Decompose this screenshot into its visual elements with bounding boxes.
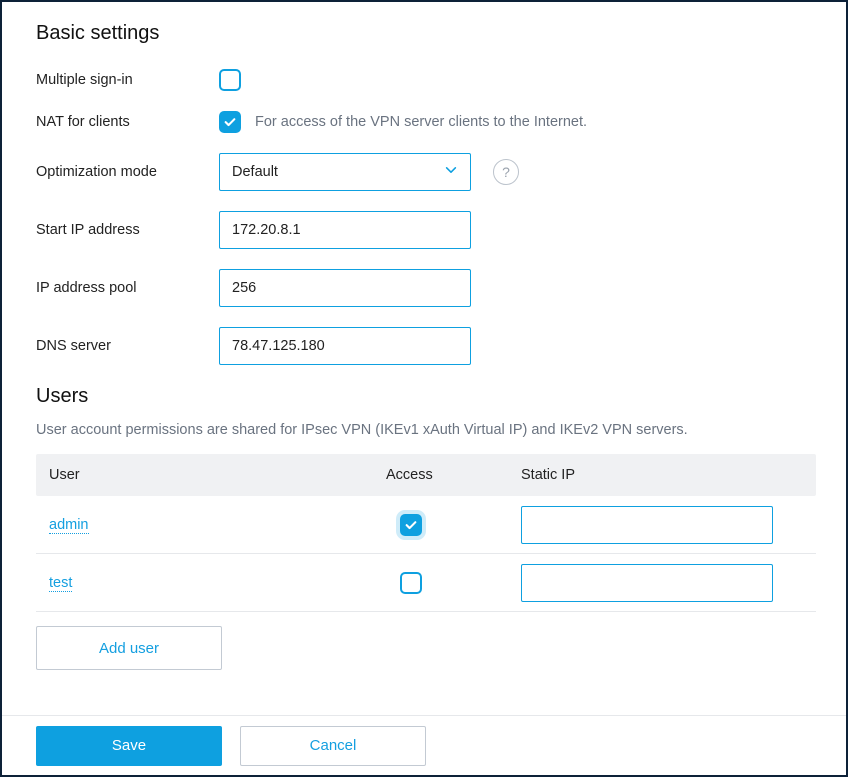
dns-server-label: DNS server xyxy=(36,338,219,354)
row-ip-pool: IP address pool xyxy=(36,269,812,307)
nat-clients-hint: For access of the VPN server clients to … xyxy=(255,114,587,130)
cancel-button[interactable]: Cancel xyxy=(240,726,426,766)
row-dns-server: DNS server xyxy=(36,327,812,365)
add-user-button[interactable]: Add user xyxy=(36,626,222,670)
optimization-mode-label: Optimization mode xyxy=(36,164,219,180)
users-table: User Access Static IP admin test xyxy=(36,454,816,612)
ip-pool-label: IP address pool xyxy=(36,280,219,296)
multiple-signin-label: Multiple sign-in xyxy=(36,72,219,88)
user-link-admin[interactable]: admin xyxy=(49,517,89,534)
save-button[interactable]: Save xyxy=(36,726,222,766)
users-title: Users xyxy=(36,385,812,408)
col-header-staticip: Static IP xyxy=(521,467,816,483)
basic-settings-title: Basic settings xyxy=(36,22,812,45)
settings-panel: Basic settings Multiple sign-in NAT for … xyxy=(0,0,848,777)
footer-bar: Save Cancel xyxy=(2,715,846,775)
user-link-test[interactable]: test xyxy=(49,575,72,592)
table-row: admin xyxy=(36,496,816,554)
col-header-access: Access xyxy=(386,467,521,483)
help-icon[interactable]: ? xyxy=(493,159,519,185)
ip-pool-field[interactable] xyxy=(219,269,471,307)
check-icon xyxy=(223,115,237,129)
table-row: test xyxy=(36,554,816,612)
optimization-mode-select[interactable]: Default xyxy=(219,153,471,191)
col-header-user: User xyxy=(36,467,386,483)
chevron-down-icon xyxy=(444,163,458,182)
optimization-mode-value: Default xyxy=(232,164,278,180)
static-ip-field-admin[interactable] xyxy=(521,506,773,544)
start-ip-field[interactable] xyxy=(219,211,471,249)
start-ip-label: Start IP address xyxy=(36,222,219,238)
nat-clients-label: NAT for clients xyxy=(36,114,219,130)
static-ip-field-test[interactable] xyxy=(521,564,773,602)
access-checkbox-test[interactable] xyxy=(400,572,422,594)
dns-server-field[interactable] xyxy=(219,327,471,365)
multiple-signin-checkbox[interactable] xyxy=(219,69,241,91)
check-icon xyxy=(404,518,418,532)
access-checkbox-admin[interactable] xyxy=(400,514,422,536)
users-description: User account permissions are shared for … xyxy=(36,422,812,438)
row-multiple-signin: Multiple sign-in xyxy=(36,69,812,91)
nat-clients-checkbox[interactable] xyxy=(219,111,241,133)
users-table-header: User Access Static IP xyxy=(36,454,816,496)
row-optimization-mode: Optimization mode Default ? xyxy=(36,153,812,191)
row-nat-clients: NAT for clients For access of the VPN se… xyxy=(36,111,812,133)
row-start-ip: Start IP address xyxy=(36,211,812,249)
